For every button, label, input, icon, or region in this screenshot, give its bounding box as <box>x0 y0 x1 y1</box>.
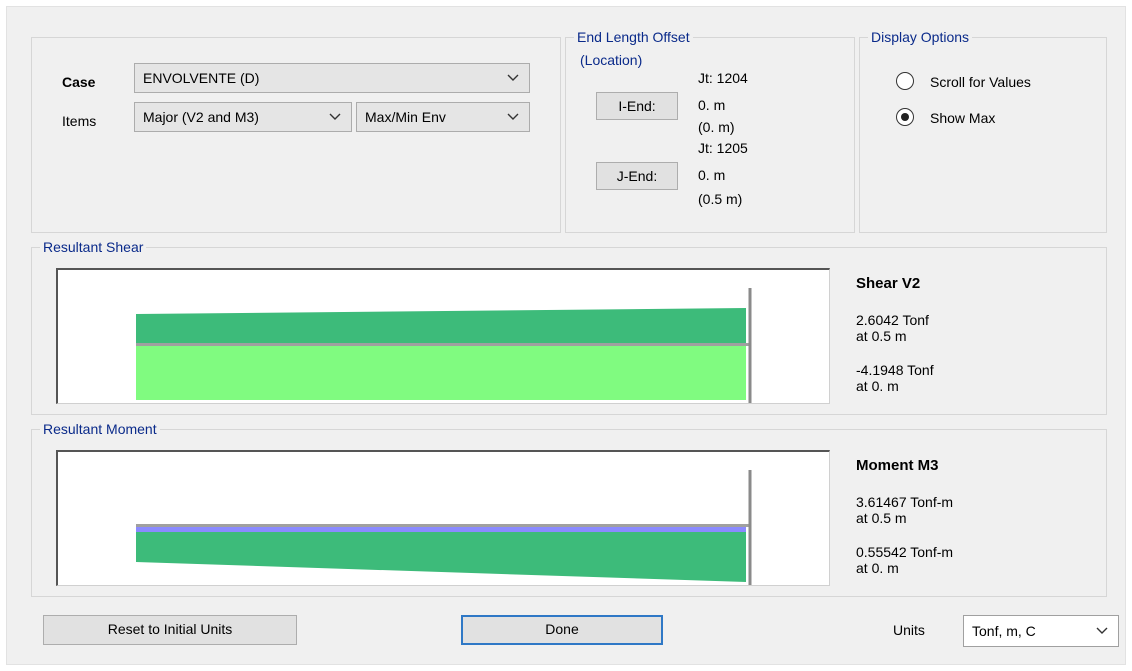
chevron-down-icon <box>1096 627 1108 634</box>
show-max-label[interactable]: Show Max <box>930 109 995 127</box>
scroll-for-values-label[interactable]: Scroll for Values <box>930 73 1031 91</box>
case-dropdown-value: ENVOLVENTE (D) <box>143 70 260 86</box>
items-dropdown[interactable]: Major (V2 and M3) <box>134 102 352 132</box>
i-end-offset: 0. m <box>698 97 726 113</box>
envelope-dropdown-value: Max/Min Env <box>365 109 446 125</box>
moment-diagram-svg <box>136 470 752 585</box>
shear-max-value: 2.6042 Tonf <box>856 312 929 328</box>
resultant-moment-group: Resultant Moment Moment M3 3.61467 Tonf-… <box>31 421 1107 597</box>
show-max-radio[interactable] <box>896 108 914 126</box>
j-end-location: (0.5 m) <box>698 191 743 207</box>
envelope-dropdown[interactable]: Max/Min Env <box>356 102 530 132</box>
moment-min-value: 0.55542 Tonf-m <box>856 544 954 560</box>
display-options-group: Display Options Scroll for Values Show M… <box>859 29 1107 233</box>
shear-heading: Shear V2 <box>856 275 921 292</box>
case-dropdown[interactable]: ENVOLVENTE (D) <box>134 63 530 93</box>
j-end-button[interactable]: J-End: <box>596 162 678 190</box>
i-end-joint: Jt: 1204 <box>698 70 748 86</box>
j-end-offset: 0. m <box>698 167 726 183</box>
chevron-down-icon <box>507 113 519 120</box>
resultant-shear-title: Resultant Shear <box>40 239 147 255</box>
resultant-moment-title: Resultant Moment <box>40 421 160 437</box>
shear-diagram-svg <box>136 288 752 403</box>
diagram-dialog: Case ENVOLVENTE (D) Items Major (V2 and … <box>6 6 1126 665</box>
i-end-location: (0. m) <box>698 119 735 135</box>
done-button[interactable]: Done <box>461 615 663 645</box>
shear-diagram <box>56 268 830 404</box>
units-dropdown[interactable]: Tonf, m, C <box>963 615 1119 647</box>
chevron-down-icon <box>329 113 341 120</box>
j-end-joint: Jt: 1205 <box>698 140 748 156</box>
location-label: (Location) <box>580 52 643 68</box>
moment-diagram <box>56 450 830 586</box>
items-dropdown-value: Major (V2 and M3) <box>143 109 259 125</box>
shear-negative-area <box>136 346 746 400</box>
display-options-title: Display Options <box>868 29 973 45</box>
moment-max-location: at 0.5 m <box>856 510 907 526</box>
resultant-shear-group: Resultant Shear Shear V2 2.6042 Tonf at … <box>31 239 1107 415</box>
shear-min-value: -4.1948 Tonf <box>856 362 934 378</box>
end-length-offset-title: End Length Offset <box>574 29 693 45</box>
shear-positive-area <box>136 308 746 343</box>
chevron-down-icon <box>507 74 519 81</box>
shear-min-location: at 0. m <box>856 378 899 394</box>
scroll-for-values-radio[interactable] <box>896 72 914 90</box>
units-dropdown-value: Tonf, m, C <box>972 623 1036 639</box>
case-group: Case ENVOLVENTE (D) Items Major (V2 and … <box>31 37 561 233</box>
items-label: Items <box>62 113 97 129</box>
reset-units-button[interactable]: Reset to Initial Units <box>43 615 297 645</box>
moment-heading: Moment M3 <box>856 457 939 474</box>
radio-selected-dot <box>900 112 909 121</box>
case-label: Case <box>62 74 96 90</box>
moment-positive-area <box>136 532 746 582</box>
end-length-offset-group: End Length Offset (Location) Jt: 1204 I-… <box>565 29 855 233</box>
moment-min-location: at 0. m <box>856 560 899 576</box>
shear-max-location: at 0.5 m <box>856 328 907 344</box>
units-label: Units <box>893 622 925 638</box>
i-end-button[interactable]: I-End: <box>596 92 678 120</box>
moment-max-value: 3.61467 Tonf-m <box>856 494 954 510</box>
